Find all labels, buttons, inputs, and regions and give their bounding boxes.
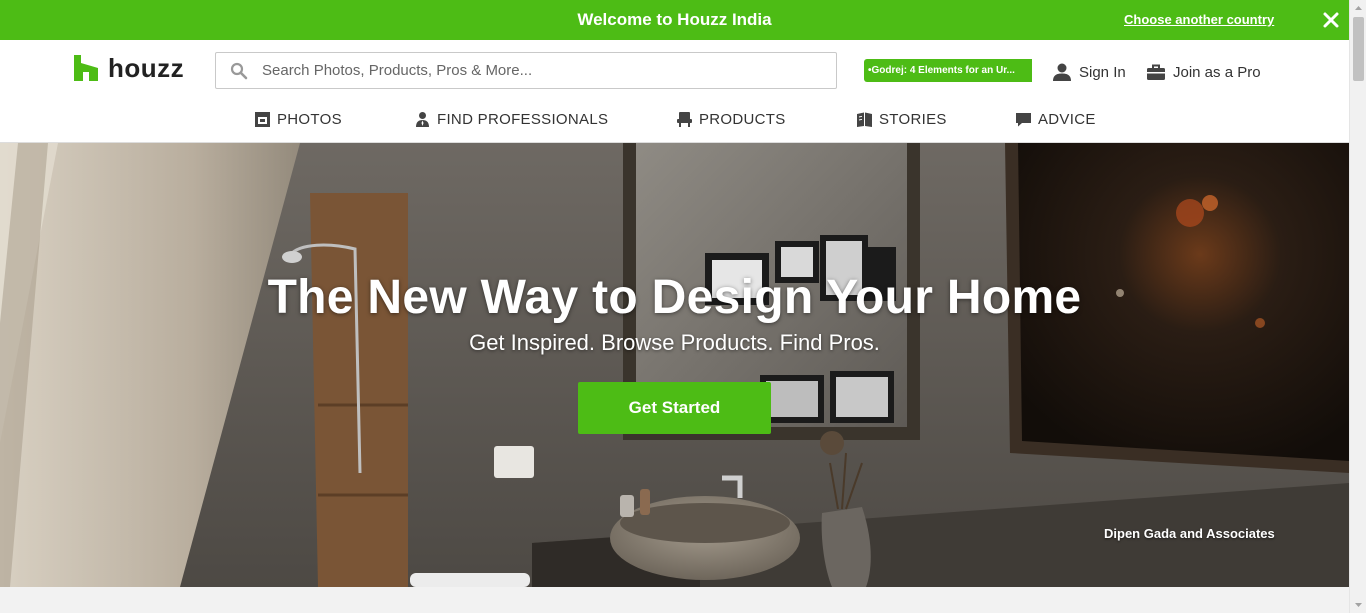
- user-icon: [1053, 63, 1071, 81]
- search-input[interactable]: [262, 53, 822, 88]
- nav-find-professionals[interactable]: FIND PROFESSIONALS: [414, 106, 608, 132]
- houzz-logo[interactable]: houzz: [74, 53, 184, 83]
- nav-photos[interactable]: PHOTOS: [254, 106, 342, 132]
- chair-icon: [677, 111, 692, 127]
- scroll-up-icon[interactable]: [1350, 0, 1366, 17]
- search-box[interactable]: [215, 52, 837, 89]
- search-icon: [230, 62, 248, 80]
- professional-icon: [416, 111, 429, 127]
- get-started-button[interactable]: Get Started: [578, 382, 771, 434]
- hero-section: The New Way to Design Your Home Get Insp…: [0, 143, 1349, 587]
- welcome-banner: Welcome to Houzz India Choose another co…: [0, 0, 1349, 40]
- site-header: houzz •Godrej: 4 Elements for an Ur... S…: [0, 40, 1349, 143]
- nav-stories[interactable]: STORIES: [856, 106, 947, 132]
- promo-badge[interactable]: •Godrej: 4 Elements for an Ur...: [864, 59, 1032, 82]
- nav-photos-label: PHOTOS: [277, 110, 342, 128]
- sign-in-label: Sign In: [1079, 63, 1126, 81]
- book-icon: [857, 112, 872, 127]
- logo-text: houzz: [108, 53, 185, 83]
- scroll-down-icon[interactable]: [1350, 596, 1366, 613]
- page: Welcome to Houzz India Choose another co…: [0, 0, 1366, 613]
- scrollbar-thumb[interactable]: [1353, 17, 1364, 81]
- speech-bubble-icon: [1016, 112, 1031, 126]
- choose-country-link[interactable]: Choose another country: [1124, 0, 1274, 40]
- join-pro-label: Join as a Pro: [1173, 63, 1261, 81]
- nav-find-professionals-label: FIND PROFESSIONALS: [437, 110, 609, 128]
- photo-credit-link[interactable]: Dipen Gada and Associates: [1104, 526, 1275, 541]
- briefcase-icon: [1147, 64, 1165, 80]
- join-pro-button[interactable]: Join as a Pro: [1146, 61, 1261, 83]
- nav-advice[interactable]: ADVICE: [1015, 106, 1096, 132]
- scrollbar[interactable]: [1349, 0, 1366, 613]
- hero-background-image: [0, 143, 1349, 587]
- photos-icon: [255, 111, 270, 127]
- nav-products[interactable]: PRODUCTS: [676, 106, 786, 132]
- nav-stories-label: STORIES: [879, 110, 947, 128]
- nav-advice-label: ADVICE: [1038, 110, 1096, 128]
- houzz-logo-icon: [74, 55, 98, 81]
- sign-in-button[interactable]: Sign In: [1052, 61, 1126, 83]
- nav-products-label: PRODUCTS: [699, 110, 786, 128]
- hero-subtitle: Get Inspired. Browse Products. Find Pros…: [469, 330, 880, 355]
- close-icon[interactable]: [1321, 10, 1341, 30]
- hero-title: The New Way to Design Your Home: [267, 271, 1082, 324]
